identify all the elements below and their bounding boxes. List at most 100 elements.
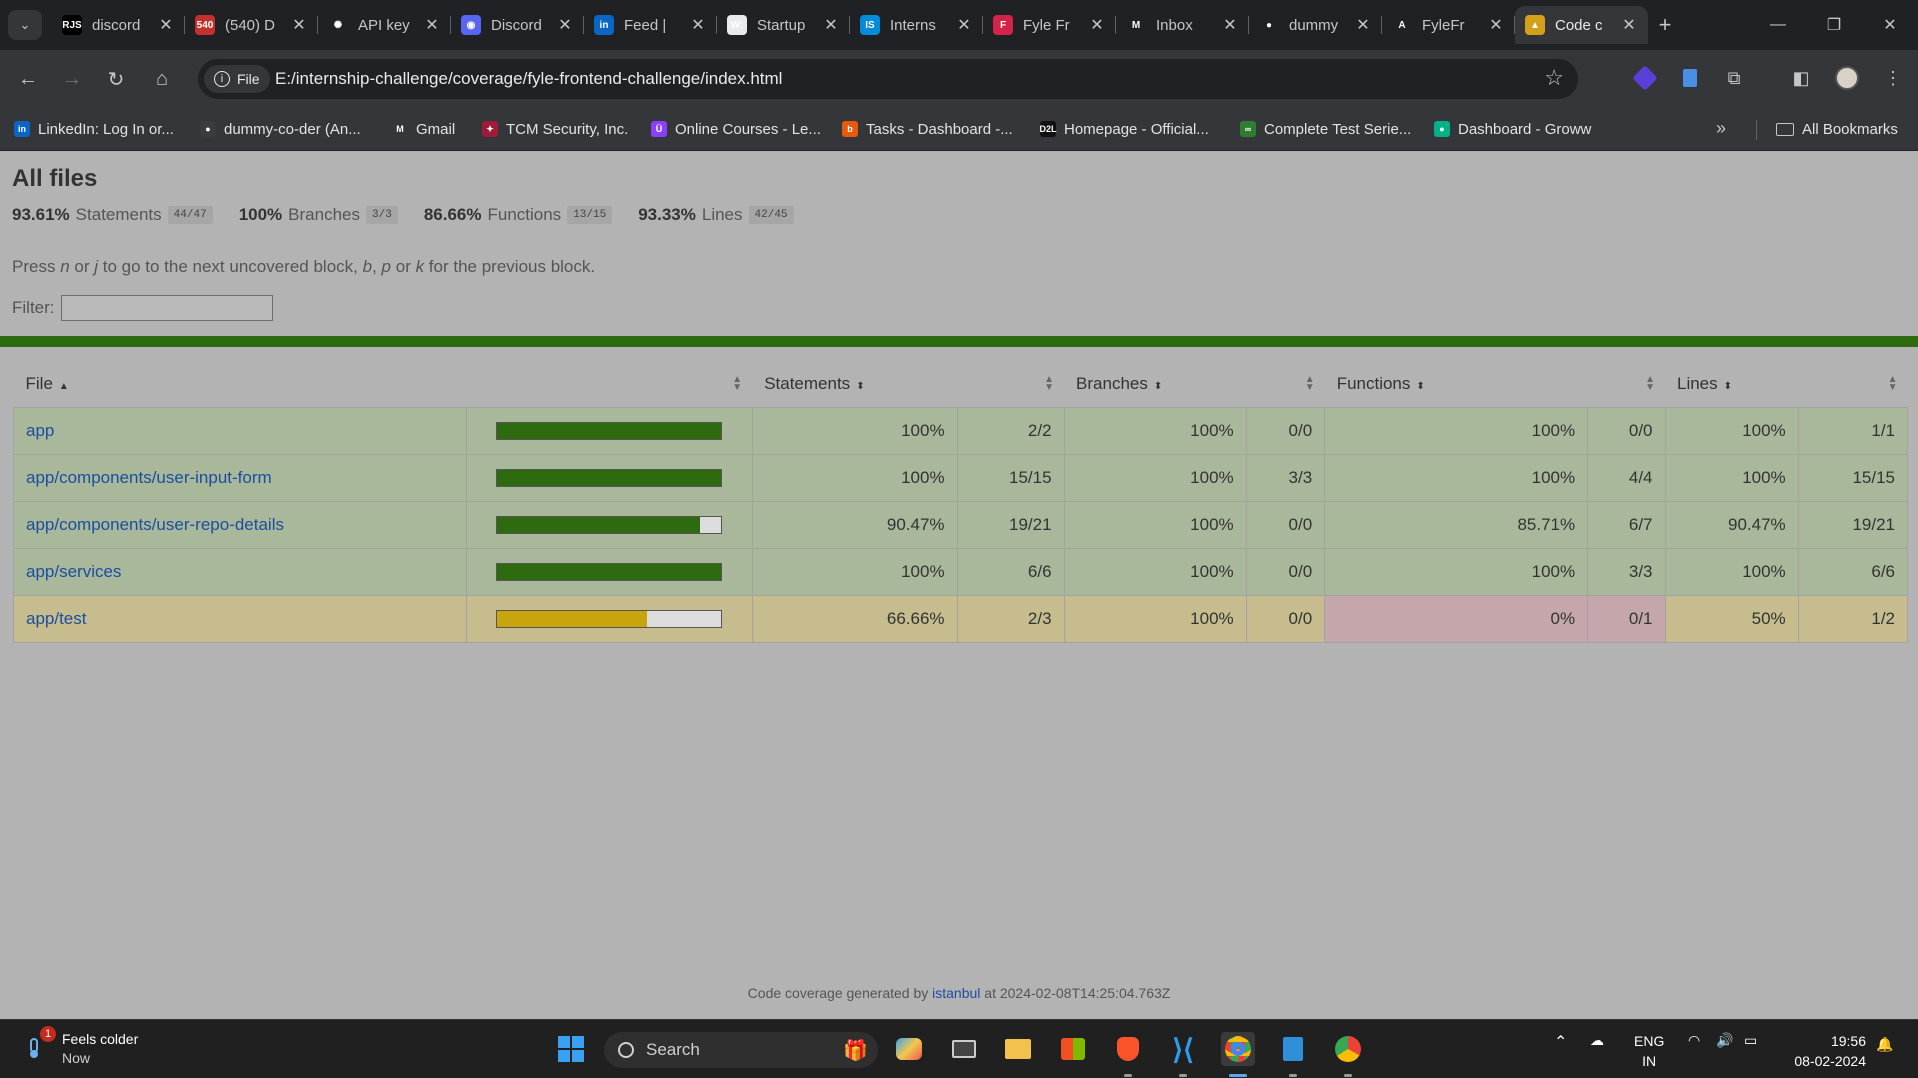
language-code: ENG (1634, 1033, 1665, 1049)
minimize-button[interactable]: — (1750, 0, 1806, 50)
file-link[interactable]: app/services (26, 562, 121, 581)
microsoft-store-icon[interactable] (1056, 1032, 1090, 1066)
language-indicator[interactable]: ENG IN (1634, 1031, 1664, 1071)
bookmark-item[interactable]: ● Dashboard - Groww (1434, 118, 1591, 140)
browser-tab[interactable]: ✺ API key ✕ (318, 6, 451, 44)
browser-tab[interactable]: in Feed | ✕ (584, 6, 717, 44)
chrome-icon[interactable] (1331, 1032, 1365, 1066)
tab-close-icon[interactable]: ✕ (1487, 15, 1505, 35)
statements-raw-column-header[interactable]: ▲ ▼ (957, 361, 1064, 407)
tab-close-icon[interactable]: ✕ (157, 15, 175, 35)
file-link[interactable]: app (26, 421, 54, 440)
functions-raw-column-header[interactable]: ▲ ▼ (1588, 361, 1665, 407)
file-link[interactable]: app/test (26, 609, 87, 628)
tab-close-icon[interactable]: ✕ (822, 15, 840, 35)
bar-column-header[interactable]: ▲ ▼ (467, 361, 753, 407)
lines-column-header[interactable]: Lines ⬍ (1665, 361, 1798, 407)
taskbar-search[interactable]: Search 🎁 (604, 1032, 878, 1068)
branches-column-header[interactable]: Branches ⬍ (1064, 361, 1246, 407)
onedrive-icon[interactable]: ☁ (1590, 1032, 1604, 1049)
table-row: app 100% 2/2 100% 0/0 100% 0/0 100% 1/1 (13, 406, 1909, 455)
sort-icon: ⬍ (1416, 380, 1425, 392)
tab-close-icon[interactable]: ✕ (689, 15, 707, 35)
file-link[interactable]: app/components/user-input-form (26, 468, 272, 487)
istanbul-link[interactable]: istanbul (932, 985, 980, 1001)
browser-tab[interactable]: ▲ Code c ✕ (1515, 6, 1648, 44)
coverage-bar (496, 468, 723, 487)
bookmark-item[interactable]: in LinkedIn: Log In or... (14, 118, 174, 140)
more-menu-icon[interactable]: ⋮ (1880, 65, 1906, 91)
functions-column-header[interactable]: Functions ⬍ (1325, 361, 1588, 407)
url-text[interactable]: E:/internship-challenge/coverage/fyle-fr… (275, 69, 782, 89)
battery-icon[interactable]: ▭ (1744, 1032, 1757, 1049)
home-icon: ⌂ (155, 67, 169, 90)
extensions-puzzle-icon[interactable]: ⧉ (1721, 65, 1747, 91)
bookmark-item[interactable]: M Gmail (392, 118, 455, 140)
bookmark-item[interactable]: b Tasks - Dashboard -... (842, 118, 1013, 140)
file-column-header[interactable]: File ▲ (14, 361, 467, 407)
side-panel-icon[interactable]: ◧ (1788, 65, 1814, 91)
bookmark-item[interactable]: D2L Homepage - Official... (1040, 118, 1209, 140)
filter-input[interactable] (60, 295, 273, 321)
profile-avatar[interactable] (1834, 65, 1860, 91)
browser-tab[interactable]: ◉ Discord ✕ (451, 6, 584, 44)
tab-close-icon[interactable]: ✕ (1354, 15, 1372, 35)
bookmark-item[interactable]: ✦ TCM Security, Inc. (482, 118, 628, 140)
extension-blue-icon[interactable] (1677, 65, 1703, 91)
bookmark-item[interactable]: ∞ Complete Test Serie... (1240, 118, 1411, 140)
tab-close-icon[interactable]: ✕ (955, 15, 973, 35)
tab-search-button[interactable]: ⌄ (8, 10, 42, 40)
new-tab-button[interactable]: + (1650, 10, 1680, 40)
back-button[interactable]: ← (12, 63, 44, 95)
start-button[interactable] (554, 1032, 588, 1066)
tab-close-icon[interactable]: ✕ (423, 15, 441, 35)
extension-purple-icon[interactable] (1632, 65, 1658, 91)
site-info-chip[interactable]: i File (204, 65, 270, 93)
more-bookmarks-icon[interactable]: » (1716, 118, 1726, 139)
browser-tab[interactable]: M Inbox ✕ (1116, 6, 1249, 44)
tab-close-icon[interactable]: ✕ (1620, 15, 1638, 35)
chevron-down-icon: ⌄ (19, 17, 31, 32)
browser-tab[interactable]: F Fyle Fr ✕ (983, 6, 1116, 44)
browser-tab[interactable]: W: Startup ✕ (717, 6, 850, 44)
tray-overflow-icon[interactable]: ⌃ (1554, 1032, 1567, 1052)
browser-tab[interactable]: IS Interns ✕ (850, 6, 983, 44)
address-bar[interactable]: i File E:/internship-challenge/coverage/… (198, 59, 1578, 99)
branches-raw-column-header[interactable]: ▲ ▼ (1246, 361, 1325, 407)
restore-button[interactable]: ❐ (1806, 0, 1862, 50)
tab-close-icon[interactable]: ✕ (1088, 15, 1106, 35)
vscode-icon[interactable]: ⟩⟨ (1166, 1032, 1200, 1066)
task-view-icon[interactable] (947, 1032, 981, 1066)
browser-tab[interactable]: ● dummy ✕ (1249, 6, 1382, 44)
close-window-button[interactable]: ✕ (1862, 0, 1918, 50)
brave-browser-icon[interactable] (1111, 1032, 1145, 1066)
all-bookmarks-button[interactable]: All Bookmarks (1776, 118, 1898, 140)
bookmark-star-icon[interactable]: ☆ (1544, 65, 1564, 91)
statements-column-header[interactable]: Statements ⬍ (752, 361, 957, 407)
notification-bell-icon[interactable]: 🔔 (1876, 1036, 1893, 1053)
tab-close-icon[interactable]: ✕ (1221, 15, 1239, 35)
notepad-icon[interactable] (1276, 1032, 1310, 1066)
file-explorer-icon[interactable] (1001, 1032, 1035, 1066)
bookmark-item[interactable]: Ü Online Courses - Le... (651, 118, 821, 140)
reload-button[interactable]: ↻ (100, 63, 132, 95)
wifi-icon[interactable]: ◠ (1688, 1032, 1700, 1049)
bookmark-item[interactable]: ● dummy-co-der (An... (200, 118, 361, 140)
forward-button[interactable]: → (56, 63, 88, 95)
weather-widget[interactable]: 1 Feels colder Now (24, 1026, 138, 1068)
lines-raw-column-header[interactable]: ▲ ▼ (1798, 361, 1907, 407)
browser-tab[interactable]: A FyleFr ✕ (1382, 6, 1515, 44)
tab-close-icon[interactable]: ✕ (290, 15, 308, 35)
chrome-profile-icon[interactable] (1221, 1032, 1255, 1066)
browser-tab[interactable]: RJS discord ✕ (52, 6, 185, 44)
volume-icon[interactable]: 🔊 (1716, 1032, 1733, 1049)
home-button[interactable]: ⌂ (146, 63, 178, 95)
file-link[interactable]: app/components/user-repo-details (26, 515, 284, 534)
copilot-icon[interactable] (892, 1032, 926, 1066)
system-clock[interactable]: 19:56 08-02-2024 (1794, 1031, 1866, 1071)
browser-tab[interactable]: 540 (540) D ✕ (185, 6, 318, 44)
statements-pct-cell: 100% (751, 406, 958, 455)
tab-close-icon[interactable]: ✕ (556, 15, 574, 35)
lines-frac-cell: 1/2 (1797, 594, 1909, 643)
branches-frac-cell: 3/3 (1245, 453, 1326, 502)
